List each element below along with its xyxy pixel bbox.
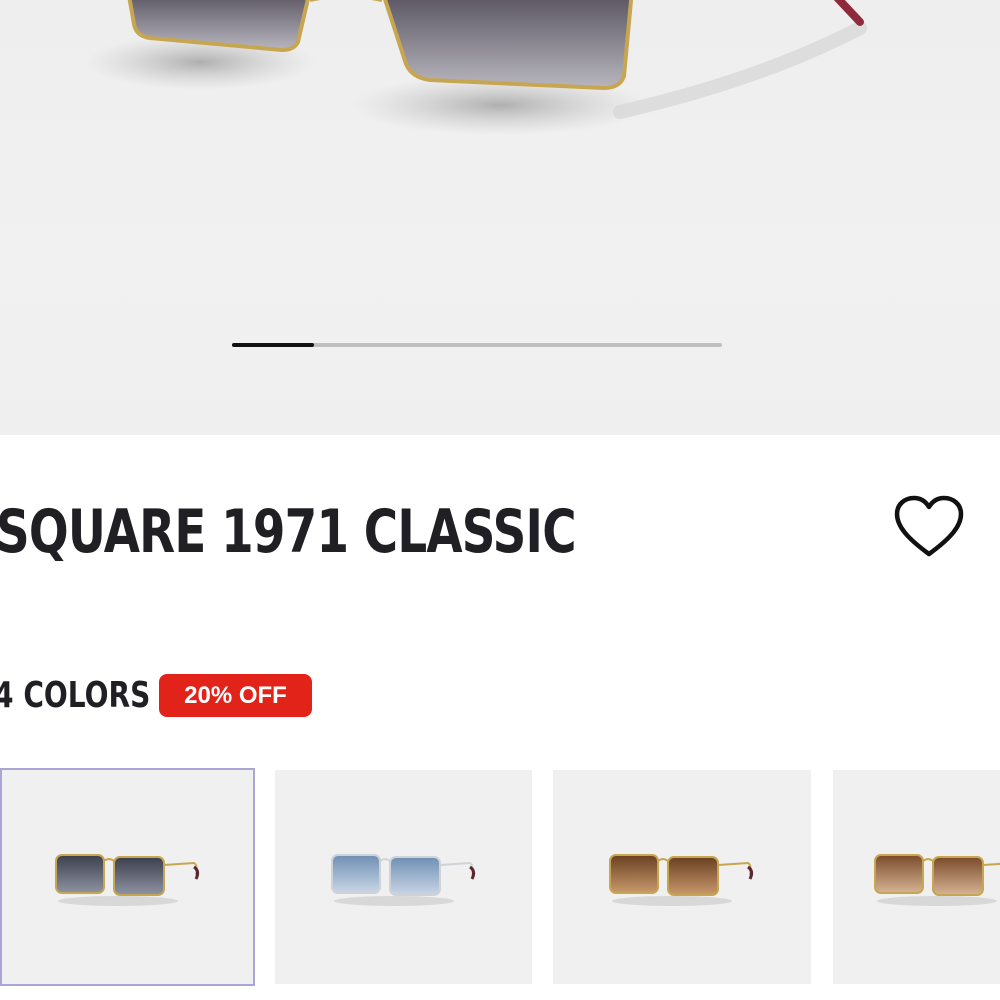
carousel-progress-bar[interactable] (232, 343, 722, 347)
colors-count-label: 4 COLORS (0, 675, 151, 716)
add-to-wishlist-button[interactable] (893, 494, 965, 560)
color-swatch-4[interactable] (833, 770, 1000, 984)
color-swatch-2[interactable] (275, 770, 532, 984)
sunglasses-thumbnail-2 (330, 854, 475, 906)
product-title: SQUARE 1971 CLASSIC (0, 497, 577, 567)
sunglasses-hero-image (85, 0, 867, 135)
sunglasses-thumbnail-3 (609, 854, 754, 906)
carousel-progress-fill (232, 343, 314, 347)
sunglasses-thumbnail-4 (874, 854, 1000, 906)
color-swatch-1[interactable] (0, 768, 255, 986)
heart-outline-icon (894, 495, 964, 557)
product-page: SQUARE 1971 CLASSIC 4 COLORS 20% OFF (0, 0, 1000, 1000)
discount-badge: 20% OFF (159, 674, 312, 717)
product-hero-image[interactable] (0, 0, 1000, 435)
color-swatch-3[interactable] (553, 770, 811, 984)
sunglasses-thumbnail-1 (54, 854, 199, 906)
